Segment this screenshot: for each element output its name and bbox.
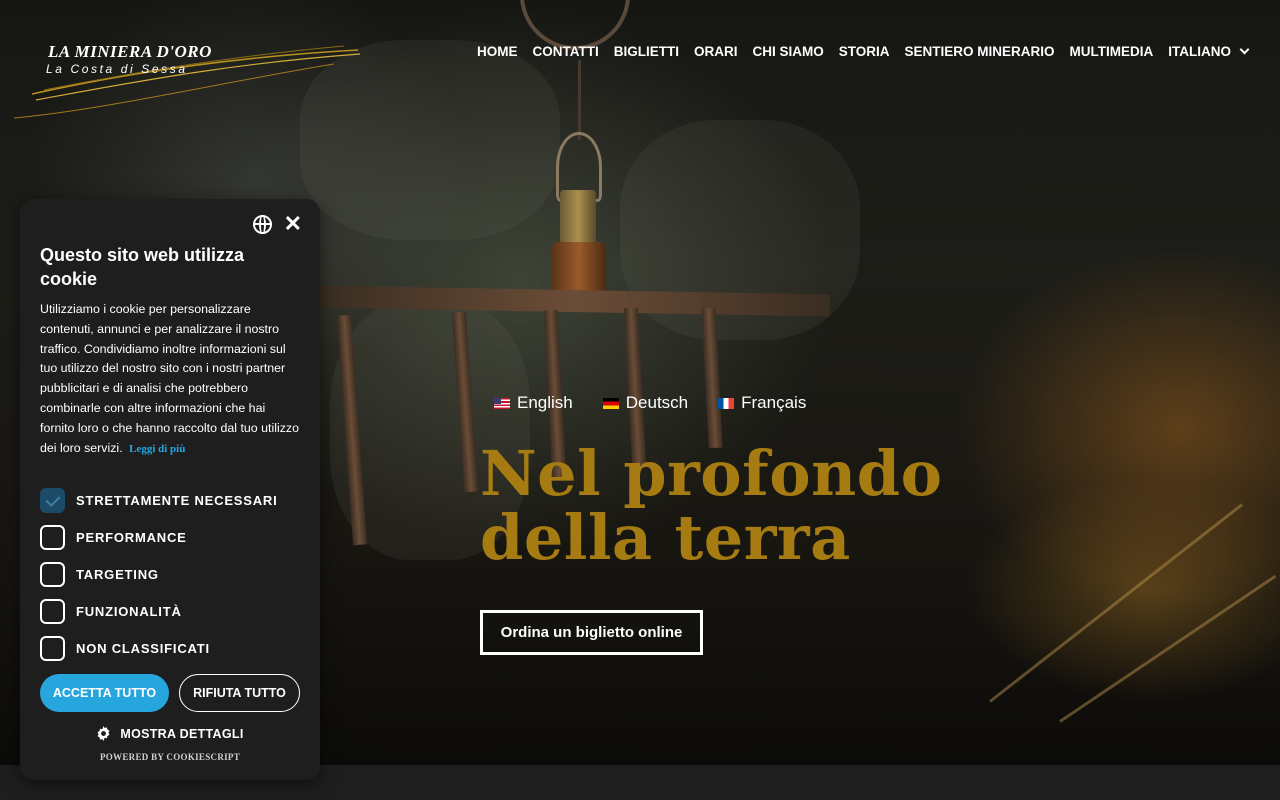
lamp-hook (520, 0, 630, 50)
powered-by-text[interactable]: POWERED BY COOKIESCRIPT (20, 752, 320, 762)
nav-storia[interactable]: STORIA (839, 44, 890, 59)
nav-home[interactable]: HOME (477, 44, 518, 59)
category-label: PERFORMANCE (76, 530, 187, 545)
cookie-actions: ACCETTA TUTTO RIFIUTA TUTTO (40, 674, 300, 712)
category-unclassified[interactable]: NON CLASSIFICATI (40, 630, 278, 667)
nav-orari[interactable]: ORARI (694, 44, 738, 59)
lamp-wire (578, 60, 581, 140)
lang-english-link[interactable]: English (494, 393, 573, 413)
category-targeting[interactable]: TARGETING (40, 556, 278, 593)
hero-title-line2: della terra (480, 501, 851, 574)
rail-track (1059, 574, 1277, 723)
miner-lamp-base (552, 242, 606, 294)
site-logo[interactable]: LA MINIERA D'ORO La Costa di Sessa (14, 38, 364, 128)
checkbox-icon[interactable] (40, 636, 65, 661)
lang-francais-link[interactable]: Français (718, 393, 806, 413)
checkbox-icon[interactable] (40, 525, 65, 550)
cookie-consent-panel: ✕ Questo sito web utilizza cookie Utiliz… (20, 199, 320, 780)
category-label: TARGETING (76, 567, 159, 582)
de-flag-icon (602, 397, 619, 409)
checkbox-checked-icon[interactable] (40, 488, 65, 513)
nav-biglietti[interactable]: BIGLIETTI (614, 44, 679, 59)
category-performance[interactable]: PERFORMANCE (40, 519, 278, 556)
close-icon[interactable]: ✕ (284, 213, 302, 235)
cookie-panel-controls: ✕ (252, 213, 302, 235)
show-details-label: MOSTRA DETTAGLI (120, 726, 244, 741)
globe-icon[interactable] (252, 214, 272, 234)
nav-multimedia[interactable]: MULTIMEDIA (1070, 44, 1154, 59)
main-nav: HOME CONTATTI BIGLIETTI ORARI CHI SIAMO … (462, 44, 1250, 59)
language-dropdown[interactable]: ITALIANO (1168, 44, 1250, 59)
accept-all-button[interactable]: ACCETTA TUTTO (40, 674, 169, 712)
nav-contatti[interactable]: CONTATTI (532, 44, 598, 59)
checkbox-icon[interactable] (40, 599, 65, 624)
nav-chi-siamo[interactable]: CHI SIAMO (752, 44, 823, 59)
lang-english-label: English (517, 393, 573, 412)
order-ticket-button[interactable]: Ordina un biglietto online (480, 610, 703, 655)
cookie-description: Utilizziamo i cookie per personalizzare … (40, 300, 302, 459)
cookie-categories: STRETTAMENTE NECESSARI PERFORMANCE TARGE… (40, 482, 278, 667)
read-more-link[interactable]: Leggi di più (129, 443, 185, 455)
category-functionality[interactable]: FUNZIONALITÀ (40, 593, 278, 630)
hero-title: Nel profondo della terra (480, 442, 942, 570)
cookie-body-text: Utilizziamo i cookie per personalizzare … (40, 302, 299, 455)
chevron-down-icon (1239, 44, 1250, 55)
category-label: NON CLASSIFICATI (76, 641, 210, 656)
category-label: FUNZIONALITÀ (76, 604, 182, 619)
logo-title: LA MINIERA D'ORO (48, 42, 212, 61)
category-label: STRETTAMENTE NECESSARI (76, 493, 278, 508)
reject-all-button[interactable]: RIFIUTA TUTTO (179, 674, 300, 712)
lang-deutsch-link[interactable]: Deutsch (602, 393, 689, 413)
show-details-button[interactable]: MOSTRA DETTAGLI (20, 726, 320, 741)
rail-track (989, 503, 1244, 703)
logo-subtitle: La Costa di Sessa (46, 62, 188, 76)
miner-lamp (560, 190, 596, 245)
gear-icon (97, 726, 110, 741)
hero-title-line1: Nel profondo (480, 437, 943, 510)
category-strictly-necessary[interactable]: STRETTAMENTE NECESSARI (40, 482, 278, 519)
us-flag-icon (494, 397, 510, 409)
lang-francais-label: Français (741, 393, 807, 412)
lang-deutsch-label: Deutsch (625, 393, 689, 412)
language-links: English Deutsch Français (494, 393, 836, 413)
cookie-title: Questo sito web utilizza cookie (40, 245, 245, 289)
fr-flag-icon (718, 397, 735, 409)
nav-sentiero-minerario[interactable]: SENTIERO MINERARIO (904, 44, 1054, 59)
checkbox-icon[interactable] (40, 562, 65, 587)
language-dropdown-label: ITALIANO (1168, 44, 1231, 59)
